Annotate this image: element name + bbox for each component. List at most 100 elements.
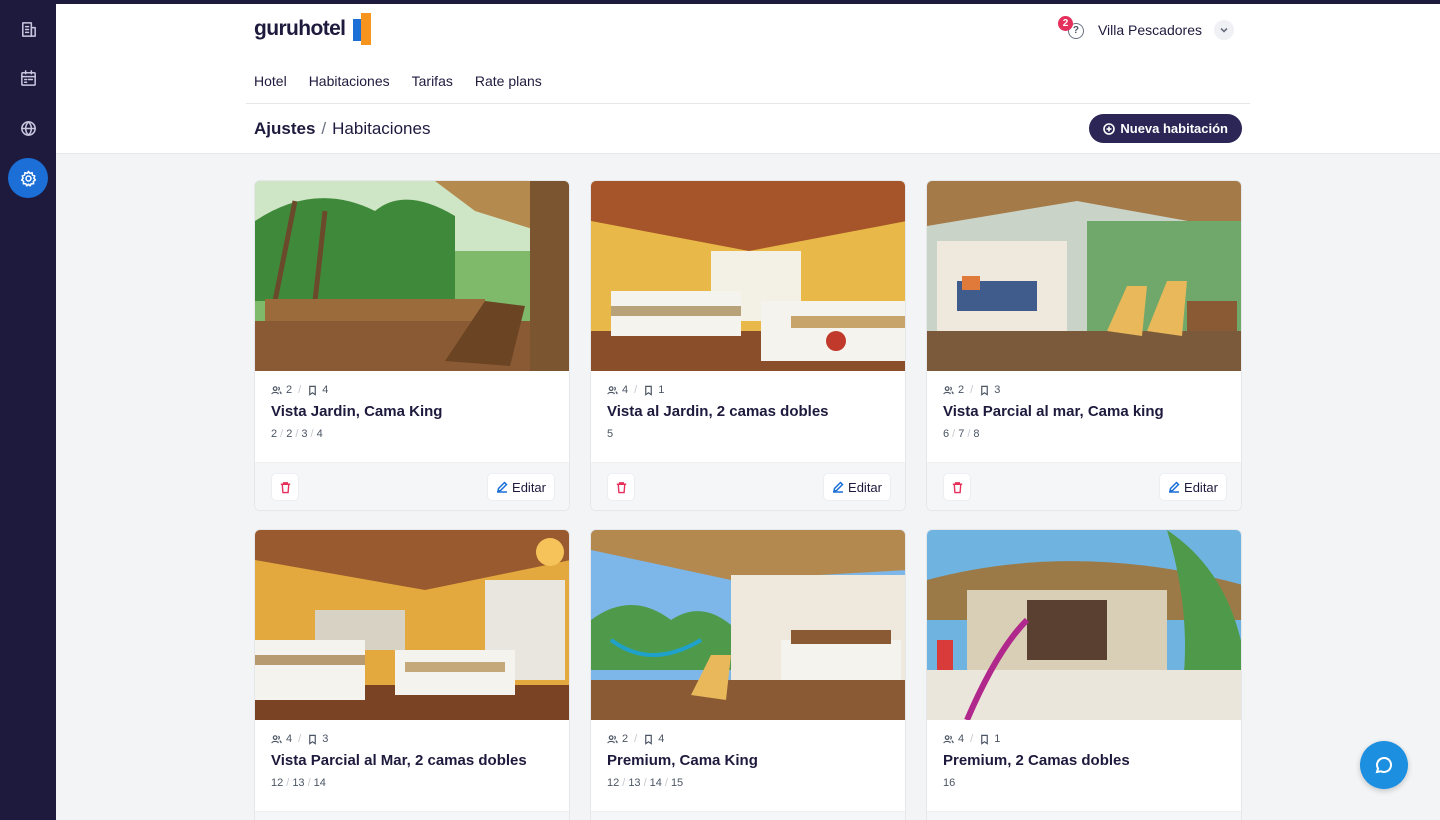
- number-separator: /: [967, 428, 971, 440]
- bed-count: 3: [322, 733, 329, 745]
- room-name[interactable]: Vista Parcial al mar, Cama king: [943, 403, 1164, 420]
- sidebar-item-calendar[interactable]: [8, 58, 48, 98]
- tab-hotel[interactable]: Hotel: [254, 73, 287, 89]
- edit-room-button[interactable]: Editar: [1159, 473, 1227, 501]
- room-number: 4: [316, 428, 323, 440]
- guests-icon: [943, 734, 954, 743]
- bed-count: 1: [994, 733, 1001, 745]
- room-capacity: 4 / 1: [607, 384, 664, 396]
- room-capacity: 2 / 3: [943, 384, 1000, 396]
- guest-count: 2: [958, 384, 965, 396]
- room-number: 2: [271, 428, 278, 440]
- sidebar-item-hotel[interactable]: [8, 9, 48, 49]
- room-photo[interactable]: [591, 530, 905, 720]
- room-name[interactable]: Premium, 2 Camas dobles: [943, 752, 1130, 769]
- guests-icon: [607, 385, 618, 394]
- trash-icon: [280, 481, 290, 493]
- breadcrumb-separator: /: [321, 119, 327, 138]
- room-card: 2 / 4 Vista Jardin, Cama King 2/2/3/4 Ed…: [254, 180, 570, 511]
- gear-icon: [20, 170, 36, 187]
- room-card: 2 / 4 Premium, Cama King 12/13/14/15 Edi…: [590, 529, 906, 820]
- room-capacity: 4 / 1: [943, 733, 1000, 745]
- bed-count: 1: [658, 384, 665, 396]
- bed-icon: [981, 385, 989, 396]
- room-number: 8: [973, 428, 980, 440]
- number-separator: /: [310, 428, 314, 440]
- meta-separator: /: [634, 733, 638, 745]
- room-numbers: 2/2/3/4: [271, 428, 323, 440]
- sidebar-item-channels[interactable]: [8, 108, 48, 148]
- room-photo[interactable]: [927, 530, 1241, 720]
- room-capacity: 2 / 4: [607, 733, 664, 745]
- room-numbers: 5: [607, 428, 613, 440]
- meta-separator: /: [298, 384, 302, 396]
- edit-label: Editar: [1184, 479, 1218, 495]
- sidebar-item-settings[interactable]: [8, 158, 48, 198]
- bed-count: 3: [994, 384, 1001, 396]
- bed-count: 4: [322, 384, 329, 396]
- guests-icon: [943, 385, 954, 394]
- room-number: 13: [628, 777, 641, 789]
- room-capacity: 4 / 3: [271, 733, 328, 745]
- room-number: 12: [271, 777, 284, 789]
- room-number: 6: [943, 428, 950, 440]
- delete-room-button[interactable]: [607, 473, 635, 501]
- room-number: 12: [607, 777, 620, 789]
- calendar-icon: [20, 69, 36, 86]
- breadcrumb-root[interactable]: Ajustes: [254, 119, 315, 139]
- top-accent-bar: [0, 0, 1440, 4]
- room-grid: 2 / 4 Vista Jardin, Cama King 2/2/3/4 Ed…: [254, 180, 1242, 820]
- header-right: ? 2 Villa Pescadores: [1057, 16, 1234, 41]
- breadcrumb: Ajustes / Habitaciones: [254, 119, 430, 139]
- plus-circle-icon: [1103, 122, 1116, 135]
- guest-count: 2: [286, 384, 293, 396]
- meta-separator: /: [634, 384, 638, 396]
- room-name[interactable]: Vista Parcial al Mar, 2 camas dobles: [271, 752, 527, 769]
- bed-icon: [309, 734, 317, 745]
- guest-count: 4: [622, 384, 629, 396]
- room-card: 4 / 1 Premium, 2 Camas dobles 16 Editar: [926, 529, 1242, 820]
- breadcrumb-current: Habitaciones: [332, 119, 431, 138]
- edit-room-button[interactable]: Editar: [823, 473, 891, 501]
- room-name[interactable]: Premium, Cama King: [607, 752, 758, 769]
- delete-room-button[interactable]: [943, 473, 971, 501]
- settings-nav: Hotel Habitaciones Tarifas Rate plans: [254, 73, 542, 89]
- room-photo[interactable]: [927, 181, 1241, 371]
- room-name[interactable]: Vista al Jardin, 2 camas dobles: [607, 403, 829, 420]
- globe-icon: [20, 120, 36, 136]
- hotel-selector-label[interactable]: Villa Pescadores: [1098, 22, 1202, 38]
- hotel-selector-dropdown[interactable]: [1214, 20, 1234, 40]
- room-card: 4 / 1 Vista al Jardin, 2 camas dobles 5 …: [590, 180, 906, 511]
- number-separator: /: [295, 428, 299, 440]
- edit-room-button[interactable]: Editar: [487, 473, 555, 501]
- card-footer: Editar: [927, 462, 1241, 510]
- help-button[interactable]: ? 2: [1057, 16, 1086, 41]
- pencil-icon: [1169, 481, 1180, 493]
- logo[interactable]: guruhotel: [254, 13, 373, 45]
- room-number: 15: [670, 777, 684, 789]
- tab-habitaciones[interactable]: Habitaciones: [309, 73, 390, 89]
- delete-room-button[interactable]: [271, 473, 299, 501]
- room-numbers: 16: [943, 777, 955, 789]
- room-number: 3: [301, 428, 308, 440]
- pencil-icon: [497, 481, 508, 493]
- card-footer: Editar: [591, 811, 905, 820]
- bed-icon: [645, 385, 653, 396]
- room-photo[interactable]: [591, 181, 905, 371]
- room-numbers: 12/13/14/15: [607, 777, 683, 789]
- tab-rate-plans[interactable]: Rate plans: [475, 73, 542, 89]
- chat-button[interactable]: [1360, 741, 1408, 789]
- tab-tarifas[interactable]: Tarifas: [412, 73, 453, 89]
- meta-separator: /: [970, 384, 974, 396]
- new-room-label: Nueva habitación: [1120, 121, 1228, 136]
- room-number: 5: [607, 428, 614, 440]
- room-name[interactable]: Vista Jardin, Cama King: [271, 403, 442, 420]
- room-number: 13: [292, 777, 305, 789]
- card-footer: Editar: [927, 811, 1241, 820]
- edit-label: Editar: [848, 479, 882, 495]
- room-photo[interactable]: [255, 181, 569, 371]
- edit-label: Editar: [512, 479, 546, 495]
- new-room-button[interactable]: Nueva habitación: [1089, 114, 1242, 143]
- room-photo[interactable]: [255, 530, 569, 720]
- nav-divider: [246, 103, 1250, 104]
